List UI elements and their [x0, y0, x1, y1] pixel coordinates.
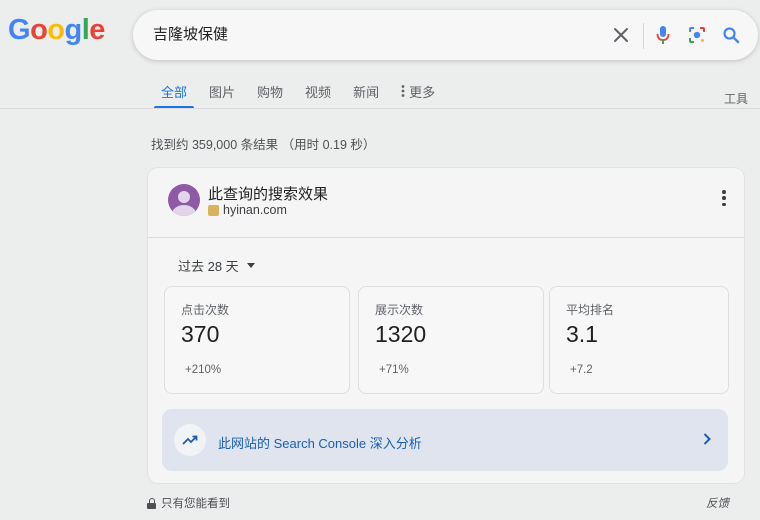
site-domain: hyinan.com [223, 203, 287, 217]
avatar-body [172, 205, 196, 216]
tab-more-label: 更多 [409, 85, 436, 100]
metric-value: 3.1 [566, 321, 598, 347]
search-box[interactable]: 吉隆坡保健 [133, 10, 758, 60]
search-divider [643, 23, 644, 49]
result-stats: 找到约 359,000 条结果 （用时 0.19 秒） [151, 138, 376, 152]
logo-letter: e [89, 14, 105, 46]
metric-average-position: 平均排名 3.1 +7.2 [549, 286, 729, 394]
clear-icon[interactable] [611, 25, 631, 45]
privacy-label: 只有您能看到 [161, 498, 230, 510]
privacy-note: 只有您能看到 [147, 495, 230, 511]
metric-delta: +210% [185, 364, 222, 376]
tab-news[interactable]: 新闻 [342, 82, 390, 108]
card-header: 此查询的搜索效果 hyinan.com [148, 168, 744, 238]
metric-impressions: 展示次数 1320 +71% [358, 286, 544, 394]
microphone-icon[interactable] [653, 25, 673, 45]
search-tabs: 全部 图片 购物 视频 新闻 更多 [150, 82, 446, 109]
metric-value: 370 [181, 321, 220, 347]
caret-down-icon [246, 263, 255, 268]
metric-label: 点击次数 [181, 303, 230, 317]
site-favicon-icon [208, 204, 219, 216]
search-icon[interactable] [721, 25, 741, 45]
tab-shopping[interactable]: 购物 [246, 82, 294, 108]
card-title: 此查询的搜索效果 [208, 186, 329, 203]
trending-up-icon [174, 424, 206, 456]
metric-label: 展示次数 [375, 303, 424, 317]
lock-icon [147, 497, 156, 509]
period-label: 过去 28 天 [178, 259, 239, 274]
search-console-link[interactable]: 此网站的 Search Console 深入分析 [162, 409, 728, 471]
search-performance-card: 此查询的搜索效果 hyinan.com 过去 28 天 点击次数 370 +21… [148, 168, 744, 483]
search-console-label: 此网站的 Search Console 深入分析 [218, 436, 422, 451]
logo-letter: G [8, 14, 31, 46]
tabs-divider [0, 108, 760, 109]
tab-all[interactable]: 全部 [150, 82, 198, 109]
metric-label: 平均排名 [566, 303, 615, 317]
more-options-icon[interactable] [720, 188, 728, 208]
search-input[interactable]: 吉隆坡保健 [153, 23, 228, 44]
logo-letter: o [47, 14, 65, 46]
metric-clicks: 点击次数 370 +210% [164, 286, 350, 394]
logo-letter: g [64, 14, 83, 46]
logo-letter: o [30, 14, 48, 46]
metric-delta: +71% [379, 364, 409, 376]
chevron-right-icon [700, 429, 714, 449]
tab-more[interactable]: 更多 [390, 82, 446, 108]
metric-value: 1320 [375, 321, 427, 347]
feedback-link[interactable]: 反馈 [706, 495, 729, 511]
tools-button[interactable]: 工具 [724, 90, 748, 107]
metric-delta: +7.2 [570, 364, 593, 376]
period-dropdown[interactable]: 过去 28 天 [178, 256, 255, 275]
avatar [168, 184, 200, 216]
google-logo[interactable]: Google [8, 14, 105, 47]
tab-videos[interactable]: 视频 [294, 82, 342, 108]
more-vert-icon [401, 85, 405, 97]
camera-search-icon[interactable] [687, 25, 707, 45]
tab-images[interactable]: 图片 [198, 82, 246, 108]
avatar-head [178, 191, 190, 203]
site-link[interactable]: hyinan.com [208, 203, 287, 217]
